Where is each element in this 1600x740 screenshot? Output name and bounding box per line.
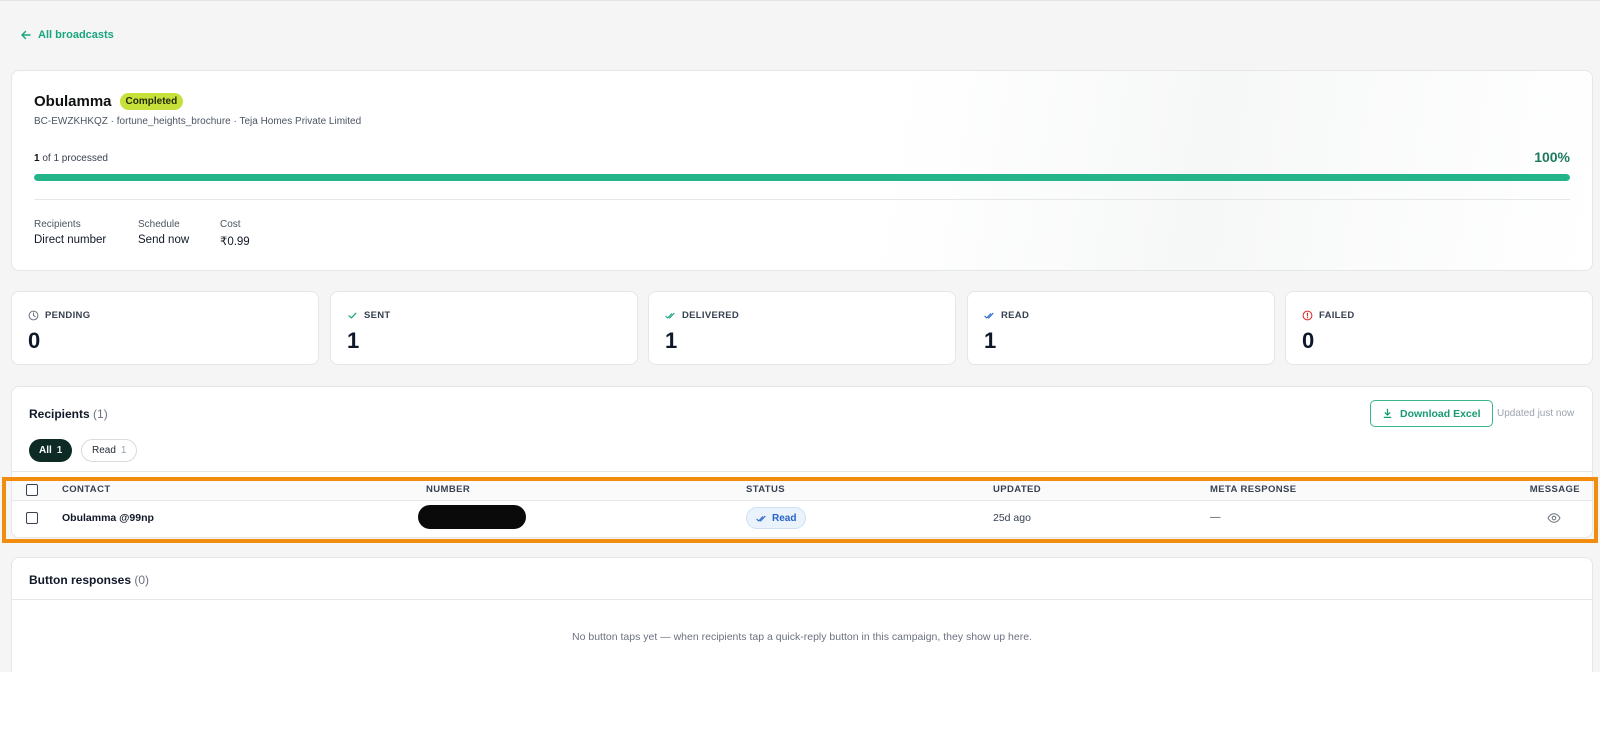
clock-icon: [28, 310, 39, 321]
table-top-divider: [12, 471, 1592, 472]
row-checkbox[interactable]: [26, 512, 38, 524]
progress-bar-fill: [34, 174, 1570, 181]
stat-label: DELIVERED: [682, 310, 740, 321]
status-badge-read: Read: [746, 507, 807, 529]
meta-value: Send now: [138, 234, 190, 246]
stat-label: SENT: [364, 310, 391, 321]
progress-text: 1 of 1 processed: [34, 153, 108, 164]
recipients-card: Recipients (1) Download Excel Updated ju…: [11, 386, 1593, 538]
broadcast-subtitle: BC-EWZKHKQZ · fortune_heights_brochure ·…: [34, 116, 362, 127]
filter-label: Read: [92, 445, 116, 456]
meta-response: —: [1210, 511, 1221, 523]
recipients-title: Recipients: [29, 407, 90, 421]
column-header-contact: CONTACT: [62, 484, 111, 495]
meta-cost: Cost ₹0.99: [220, 219, 250, 248]
status-label: Read: [772, 512, 797, 524]
stat-value: 0: [1302, 328, 1315, 353]
redacted-phone-number: [418, 505, 526, 529]
select-all-checkbox[interactable]: [26, 484, 38, 496]
summary-divider: [34, 199, 1570, 200]
updated-time: 25d ago: [993, 512, 1031, 524]
stat-label: PENDING: [45, 310, 91, 321]
progress-rest: of 1 processed: [42, 153, 108, 164]
meta-value: ₹0.99: [220, 236, 250, 248]
stat-value: 1: [347, 328, 360, 353]
recipients-heading: Recipients (1): [29, 407, 108, 421]
meta-value: Direct number: [34, 234, 107, 246]
column-header-meta-response: META RESPONSE: [1210, 484, 1297, 495]
column-header-message: MESSAGE: [1529, 484, 1580, 495]
column-header-number: NUMBER: [426, 484, 471, 495]
stat-card-delivered: DELIVERED 1: [648, 291, 956, 365]
empty-state-message: No button taps yet — when recipients tap…: [572, 631, 1032, 643]
column-header-updated: UPDATED: [993, 484, 1042, 495]
button-responses-count: (0): [134, 573, 150, 587]
meta-label: Schedule: [138, 219, 180, 230]
filter-all[interactable]: All 1: [29, 439, 73, 462]
button-responses-title: Button responses: [29, 573, 132, 587]
meta-label: Cost: [220, 219, 241, 230]
stat-card-read: READ 1: [967, 291, 1275, 365]
meta-schedule: Schedule Send now: [138, 219, 189, 246]
download-excel-label: Download Excel: [1400, 407, 1481, 420]
column-header-status: STATUS: [746, 484, 785, 495]
progress-percent: 100%: [1534, 149, 1570, 165]
meta-recipients: Recipients Direct number: [34, 219, 106, 246]
filter-label: All: [39, 445, 52, 456]
progress-done-count: 1: [34, 153, 40, 164]
stat-label: FAILED: [1319, 310, 1355, 321]
progress-bar: [34, 174, 1570, 181]
arrow-left-icon: [21, 30, 31, 40]
recipients-count: (1): [93, 407, 108, 421]
check-icon: [348, 312, 357, 319]
broadcast-summary-card: Obulamma Completed BC-EWZKHKQZ · fortune…: [11, 70, 1593, 271]
filter-count: 1: [56, 445, 63, 456]
table-row: Obulamma @99np Read 25d ago —: [12, 502, 1592, 535]
broadcast-title: Obulamma: [34, 93, 112, 110]
alert-circle-icon: [1302, 310, 1313, 321]
stat-value: 0: [28, 328, 41, 353]
double-check-icon: [665, 312, 675, 319]
stat-card-pending: PENDING 0: [11, 291, 319, 365]
stat-label: READ: [1001, 310, 1030, 321]
status-badge: Completed: [119, 93, 184, 110]
button-responses-heading: Button responses (0): [29, 573, 149, 587]
meta-label: Recipients: [34, 219, 81, 230]
back-to-broadcasts-link[interactable]: All broadcasts: [20, 29, 114, 41]
updated-timestamp: Updated just now: [1497, 408, 1575, 419]
stat-card-failed: FAILED 0: [1285, 291, 1593, 365]
filter-count: 1: [120, 445, 127, 456]
download-icon: [1383, 408, 1392, 418]
back-link-label: All broadcasts: [38, 29, 114, 41]
bottom-area: [0, 672, 1600, 740]
stat-value: 1: [665, 328, 678, 353]
filter-read[interactable]: Read 1: [81, 439, 138, 462]
button-responses-card: Button responses (0) No button taps yet …: [11, 557, 1593, 687]
contact-name: Obulamma @99np: [62, 512, 154, 524]
double-check-icon: [756, 515, 766, 522]
stat-value: 1: [984, 328, 997, 353]
double-check-icon: [984, 312, 994, 319]
table-header: CONTACT NUMBER STATUS UPDATED META RESPO…: [12, 479, 1592, 501]
download-excel-button[interactable]: Download Excel: [1370, 400, 1493, 427]
eye-icon[interactable]: [1547, 512, 1561, 524]
button-responses-divider: [12, 599, 1592, 600]
stat-card-sent: SENT 1: [330, 291, 638, 365]
